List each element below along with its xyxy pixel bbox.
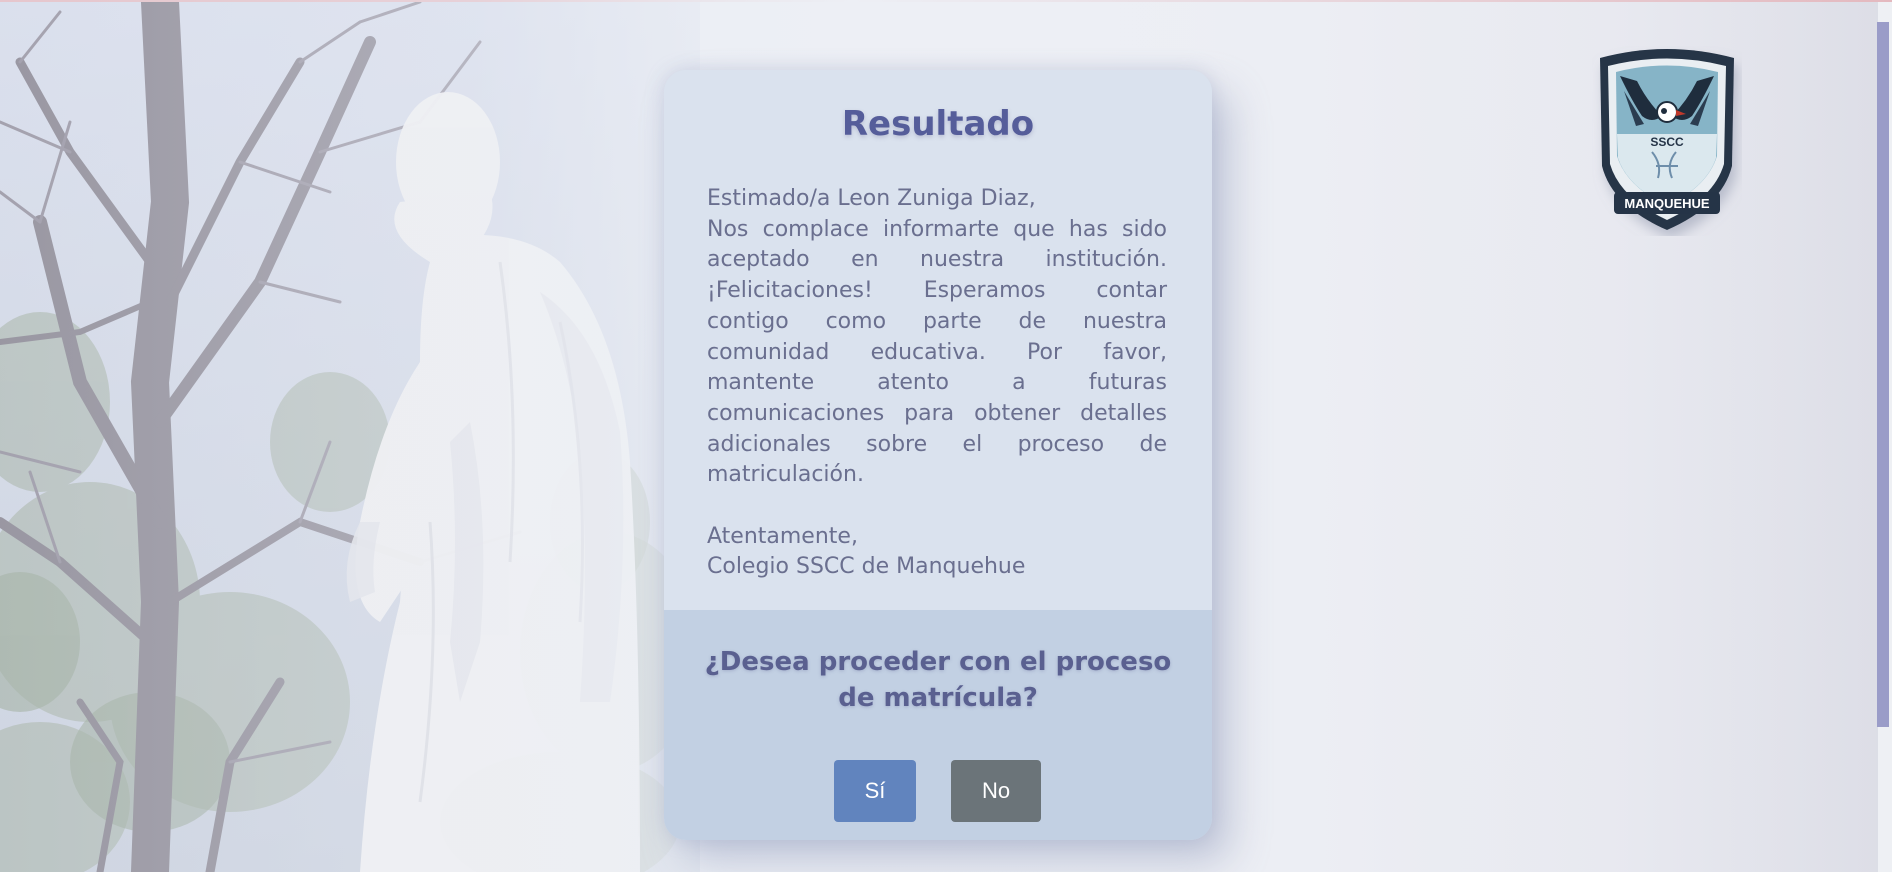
scrollbar-thumb[interactable] — [1877, 22, 1889, 727]
enrollment-question: ¿Desea proceder con el proceso de matríc… — [704, 647, 1172, 713]
letter-spacer — [707, 491, 1167, 522]
modal-title: Resultado — [841, 104, 1035, 144]
letter-greeting: Estimado/a Leon Zuniga Diaz, — [707, 186, 1036, 211]
background-image — [0, 2, 700, 872]
school-crest-logo: SSCC MANQUEHUE — [1592, 46, 1742, 236]
result-modal: Resultado Estimado/a Leon Zuniga Diaz, N… — [664, 70, 1212, 840]
enrollment-prompt: ¿Desea proceder con el proceso de matríc… — [664, 610, 1212, 840]
letter-closing: Atentamente, — [707, 523, 858, 549]
yes-button[interactable]: Sí — [834, 760, 916, 822]
logo-top-text: SSCC — [1650, 135, 1684, 149]
logo-bottom-text: MANQUEHUE — [1624, 196, 1710, 211]
no-button[interactable]: No — [951, 760, 1041, 822]
letter-signature: Colegio SSCC de Manquehue — [707, 554, 1026, 580]
letter-message: Nos complace informarte que has sido ace… — [707, 216, 1167, 488]
tree-statue-illustration — [0, 2, 700, 872]
result-modal-header-body: Resultado Estimado/a Leon Zuniga Diaz, N… — [664, 70, 1212, 610]
acceptance-letter: Estimado/a Leon Zuniga Diaz, Nos complac… — [707, 184, 1167, 583]
